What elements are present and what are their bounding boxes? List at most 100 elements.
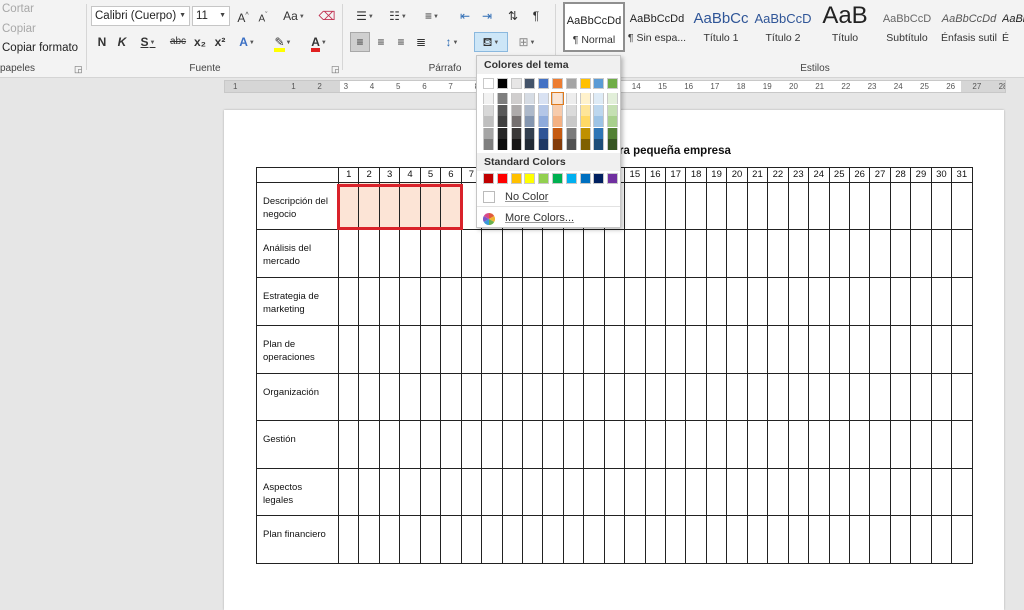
standard-color-swatch[interactable] [538,173,550,184]
table-cell[interactable] [828,515,850,564]
table-cell[interactable] [869,229,891,278]
table-cell[interactable] [767,468,789,516]
table-cell[interactable] [787,277,810,326]
table-cell[interactable] [889,515,912,564]
table-cell[interactable] [583,515,605,564]
style-normal[interactable]: AaBbCcDd ¶ Normal [563,2,625,52]
table-cell[interactable] [521,229,544,278]
theme-shade-swatch[interactable] [483,139,494,150]
style-no-spacing[interactable]: AaBbCcDd ¶ Sin espa... [626,2,688,52]
table-cell[interactable] [624,325,646,374]
table-cell[interactable] [624,515,646,564]
table-cell[interactable] [460,325,483,374]
table-cell[interactable] [399,325,421,374]
table-cell[interactable] [358,325,380,374]
table-cell[interactable] [848,277,871,326]
table-cell[interactable] [624,373,646,421]
table-cell[interactable] [644,420,667,469]
table-cell[interactable] [685,229,707,278]
table-cell[interactable] [337,420,360,469]
row-label-cell[interactable]: Aspectos legales [256,468,339,516]
table-cell[interactable] [889,373,912,421]
table-cell[interactable] [746,277,769,326]
table-cell[interactable] [808,325,830,374]
theme-shade-swatch[interactable] [565,127,577,139]
table-cell[interactable] [419,373,442,421]
table-cell[interactable] [358,420,380,469]
table-cell[interactable] [562,420,585,469]
day-number-cell[interactable]: 31 [951,167,973,183]
theme-shade-swatch[interactable] [538,116,550,127]
table-cell[interactable] [358,182,380,230]
theme-shade-swatch[interactable] [565,139,577,150]
table-cell[interactable] [460,373,483,421]
table-cell[interactable] [951,515,973,564]
standard-color-swatch[interactable] [593,173,605,184]
table-cell[interactable] [869,468,891,516]
font-color-button[interactable]: A▼ [304,32,334,52]
theme-shade-swatch[interactable] [565,93,577,104]
table-cell[interactable] [705,182,728,230]
theme-shade-swatch[interactable] [607,127,619,139]
table-cell[interactable] [337,229,360,278]
table-cell[interactable] [481,468,503,516]
table-cell[interactable] [521,420,544,469]
table-cell[interactable] [828,182,850,230]
table-cell[interactable] [603,325,626,374]
table-cell[interactable] [787,325,810,374]
theme-shade-swatch[interactable] [607,116,619,127]
table-cell[interactable] [828,373,850,421]
table-cell[interactable] [644,277,667,326]
table-cell[interactable] [378,373,401,421]
table-cell[interactable] [869,420,891,469]
theme-shade-swatch[interactable] [524,93,536,104]
table-cell[interactable] [419,277,442,326]
table-cell[interactable] [930,420,953,469]
style-subtle-emphasis[interactable]: AaBbCcDd Énfasis sutil [938,2,1000,52]
table-cell[interactable] [378,182,401,230]
table-cell[interactable] [399,420,421,469]
table-cell[interactable] [808,468,830,516]
table-cell[interactable] [440,373,462,421]
day-number-cell[interactable]: 26 [848,167,871,183]
theme-shade-swatch[interactable] [510,104,522,116]
table-cell[interactable] [746,468,769,516]
table-cell[interactable] [767,277,789,326]
table-cell[interactable] [705,325,728,374]
table-cell[interactable] [726,182,748,230]
table-cell[interactable] [583,325,605,374]
table-cell[interactable] [542,229,564,278]
standard-color-swatch[interactable] [483,173,494,184]
table-cell[interactable] [889,325,912,374]
table-cell[interactable] [644,325,667,374]
theme-shade-swatch[interactable] [496,127,508,139]
table-cell[interactable] [481,325,503,374]
table-cell[interactable] [848,515,871,564]
table-cell[interactable] [951,277,973,326]
table-cell[interactable] [869,373,891,421]
table-cell[interactable] [378,229,401,278]
strikethrough-button[interactable]: abc [167,32,189,52]
table-cell[interactable] [562,229,585,278]
table-cell[interactable] [828,420,850,469]
table-cell[interactable] [440,277,462,326]
theme-shade-swatch[interactable] [510,93,522,104]
table-cell[interactable] [399,515,421,564]
table-cell[interactable] [746,373,769,421]
table-cell[interactable] [440,468,462,516]
style-heading-2[interactable]: AaBbCcD Título 2 [752,2,814,52]
table-cell[interactable] [399,468,421,516]
table-cell[interactable] [501,515,523,564]
bullets-button[interactable]: ☰▼ [351,6,379,26]
theme-shade-swatch[interactable] [552,139,563,150]
table-cell[interactable] [787,229,810,278]
theme-color-swatch[interactable] [565,78,577,89]
table-cell[interactable] [664,373,687,421]
table-cell[interactable] [889,277,912,326]
table-cell[interactable] [603,420,626,469]
table-cell[interactable] [787,515,810,564]
table-cell[interactable] [624,420,646,469]
table-cell[interactable] [889,182,912,230]
table-cell[interactable] [910,373,932,421]
theme-shade-swatch[interactable] [593,93,605,104]
